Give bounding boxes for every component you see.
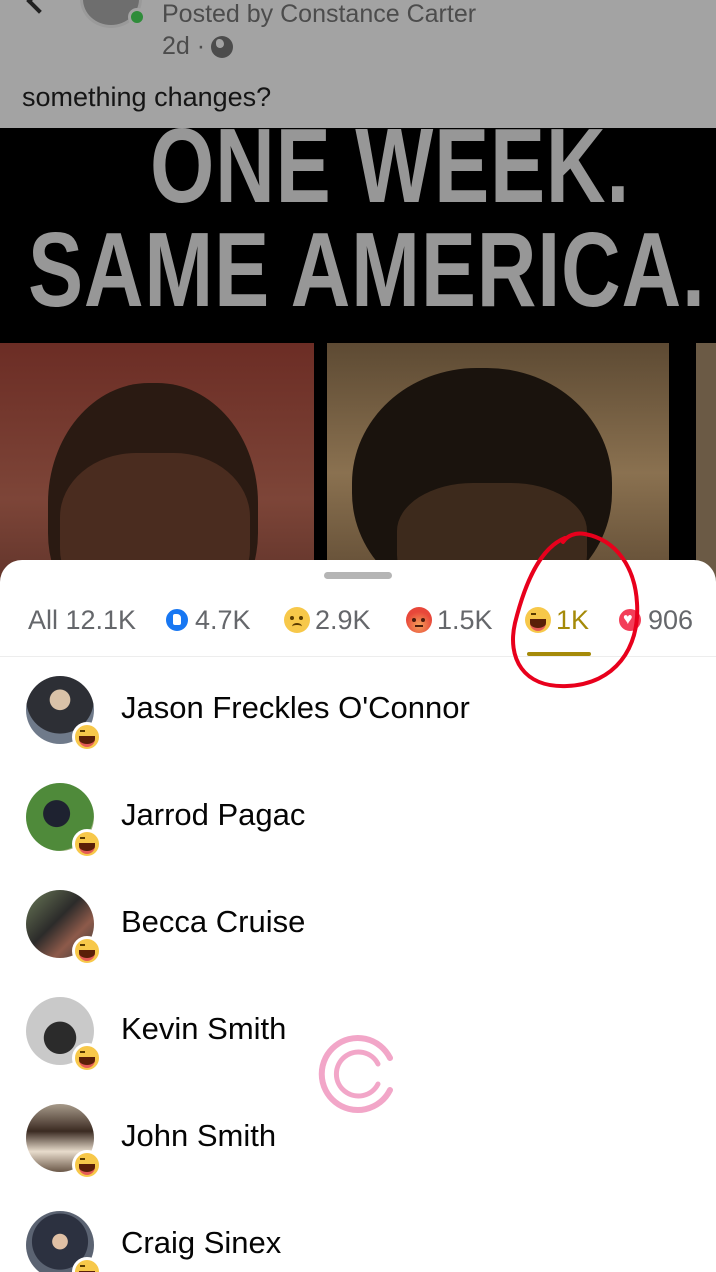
reactor-name[interactable]: John Smith [121, 1118, 276, 1154]
post-header: Posted by Constance Carter 2d · somethin… [0, 0, 716, 128]
reactor-name[interactable]: Jarrod Pagac [121, 797, 305, 833]
posted-by-label[interactable]: Posted by Constance Carter [162, 0, 476, 29]
loading-spinner-icon [318, 1035, 393, 1113]
tab-sad-count: 2.9K [315, 604, 371, 635]
portrait-photo-left [0, 343, 314, 588]
globe-icon [211, 35, 234, 58]
sad-icon [284, 607, 310, 633]
image-headline-line2: SAME AMERICA. [28, 211, 706, 329]
list-item[interactable]: Craig Sinex [0, 1205, 716, 1272]
post-text: something changes? [22, 82, 272, 112]
annotation-circle [511, 531, 640, 689]
tab-like[interactable]: 4.7K [164, 600, 251, 640]
haha-icon [72, 936, 102, 966]
tab-all[interactable]: All 12.1K [28, 600, 136, 640]
post-meta: 2d · [162, 32, 234, 61]
haha-icon [72, 722, 102, 752]
portrait-photo-edge [696, 343, 716, 588]
reactor-name[interactable]: Becca Cruise [121, 904, 305, 940]
post-age: 2d · [162, 32, 206, 60]
reactor-name[interactable]: Craig Sinex [121, 1225, 281, 1261]
like-icon [164, 607, 190, 633]
haha-icon [72, 1150, 102, 1180]
tab-sad[interactable]: 2.9K [284, 600, 371, 640]
post-image[interactable]: ONE WEEK. SAME AMERICA. [0, 128, 716, 588]
online-status-icon [128, 8, 146, 26]
tab-angry-count: 1.5K [437, 604, 493, 635]
tab-love-count: 906 [648, 604, 694, 635]
tab-all-label: All 12.1K [28, 604, 137, 635]
haha-icon [72, 829, 102, 859]
tab-like-count: 4.7K [195, 604, 251, 635]
back-arrow-icon[interactable] [26, 0, 52, 14]
angry-icon [406, 607, 432, 633]
haha-icon [72, 1043, 102, 1073]
tab-angry[interactable]: 1.5K [406, 600, 493, 640]
reactor-name[interactable]: Jason Freckles O'Connor [121, 690, 470, 726]
reactor-name[interactable]: Kevin Smith [121, 1011, 286, 1047]
sheet-drag-handle[interactable] [324, 572, 392, 579]
list-item[interactable]: Jarrod Pagac [0, 777, 716, 884]
list-item[interactable]: Becca Cruise [0, 884, 716, 991]
